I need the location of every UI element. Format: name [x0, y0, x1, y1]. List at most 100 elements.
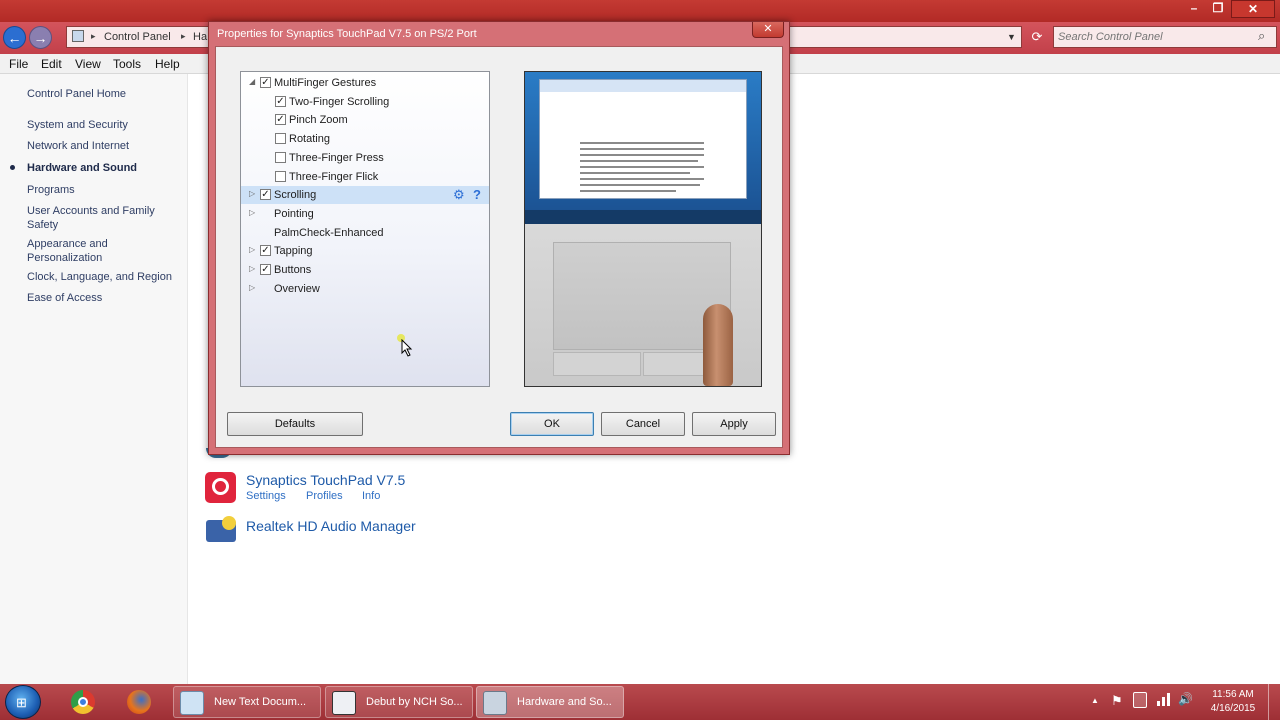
expand-arrow-icon[interactable]: ▷ [249, 264, 255, 273]
sidebar-item-clock-language[interactable]: Clock, Language, and Region [27, 270, 182, 284]
tree-item[interactable]: Three-Finger Flick [241, 168, 489, 186]
tree-item-checkbox[interactable]: ✓ [275, 114, 286, 126]
sidebar: Control Panel Home System and Security N… [0, 74, 188, 684]
sidebar-control-panel-home[interactable]: Control Panel Home [27, 87, 182, 101]
firefox-taskbar-icon[interactable] [118, 687, 160, 717]
taskbar-control-panel-button[interactable]: Hardware and So... [476, 686, 624, 718]
forward-button[interactable]: → [29, 26, 52, 49]
action-center-flag-icon[interactable]: ⚑ [1111, 693, 1123, 709]
search-icon[interactable]: ⌕ [1258, 28, 1265, 44]
tree-item-checkbox[interactable] [275, 133, 286, 145]
back-button[interactable]: ← [3, 26, 26, 49]
taskbar-button-label: Debut by NCH So... [366, 696, 463, 708]
taskbar-button-label: New Text Docum... [214, 696, 307, 708]
sidebar-item-user-accounts[interactable]: User Accounts and Family Safety [27, 204, 182, 232]
tree-item-label: Buttons [274, 264, 312, 276]
realtek-title-link[interactable]: Realtek HD Audio Manager [246, 518, 416, 534]
synaptics-title-link[interactable]: Synaptics TouchPad V7.5 [246, 472, 405, 488]
mouse-pointer-icon [401, 339, 413, 357]
network-icon[interactable] [1157, 692, 1171, 706]
synaptics-info-link[interactable]: Info [362, 490, 380, 502]
tree-item[interactable]: ✓ Two-Finger Scrolling [241, 93, 489, 111]
tree-item[interactable]: ▷ ✓ Buttons [241, 261, 489, 279]
tree-item-checkbox[interactable]: ✓ [260, 264, 271, 275]
search-box[interactable]: ⌕ [1053, 26, 1277, 48]
menu-view[interactable]: View [75, 57, 101, 71]
menu-file[interactable]: File [9, 57, 28, 71]
tree-item-checkbox[interactable]: ✓ [260, 189, 271, 201]
touchpad-properties-dialog: Properties for Synaptics TouchPad V7.5 o… [208, 21, 790, 455]
defaults-button[interactable]: Defaults [227, 412, 363, 436]
address-dropdown-icon[interactable]: ▼ [1007, 32, 1016, 42]
clock-time: 11:56 AM [1212, 689, 1254, 700]
expand-arrow-icon[interactable]: ▷ [249, 189, 255, 198]
close-window-button[interactable]: ✕ [1231, 0, 1275, 18]
tree-item-label: MultiFinger Gestures [274, 77, 377, 89]
search-input[interactable] [1058, 29, 1248, 45]
collapse-arrow-icon[interactable]: ◢ [249, 77, 255, 86]
cancel-button[interactable]: Cancel [601, 412, 685, 436]
tree-item[interactable]: ✓ Pinch Zoom [241, 111, 489, 129]
close-icon: ✕ [763, 23, 773, 35]
menu-edit[interactable]: Edit [41, 57, 62, 71]
chrome-taskbar-icon[interactable] [62, 687, 104, 717]
sidebar-item-system-security[interactable]: System and Security [27, 118, 182, 132]
tree-item-label: Overview [274, 282, 320, 295]
expand-arrow-icon[interactable]: ▷ [249, 283, 255, 292]
sidebar-item-ease-of-access[interactable]: Ease of Access [27, 291, 182, 305]
windows-logo-icon: ⊞ [16, 695, 27, 710]
clock-date: 4/16/2015 [1210, 703, 1256, 714]
tree-item-checkbox[interactable]: ✓ [260, 245, 271, 257]
breadcrumb-separator-icon: ▸ [91, 31, 96, 41]
tree-item-label: Three-Finger Press [289, 151, 384, 164]
refresh-icon[interactable]: ⟳ [1028, 29, 1046, 45]
tree-item[interactable]: Three-Finger Press [241, 149, 489, 167]
tree-item[interactable]: ▷ Pointing [241, 205, 489, 223]
tree-item-checkbox[interactable] [275, 151, 286, 163]
taskbar-button-label: Hardware and So... [517, 696, 612, 708]
start-button[interactable]: ⊞ [5, 685, 41, 719]
show-desktop-button[interactable] [1268, 684, 1280, 720]
tree-item-label: Three-Finger Flick [289, 170, 379, 183]
taskbar-notepad-button[interactable]: New Text Docum... [173, 686, 321, 718]
menu-tools[interactable]: Tools [113, 57, 141, 71]
sidebar-item-network[interactable]: Network and Internet [27, 139, 182, 153]
menu-help[interactable]: Help [155, 57, 180, 71]
minimize-button[interactable]: – [1183, 0, 1205, 18]
dialog-close-button[interactable]: ✕ [752, 22, 784, 38]
tree-item[interactable]: PalmCheck-Enhanced [241, 224, 489, 242]
tree-item-checkbox[interactable] [275, 170, 286, 182]
tree-item[interactable]: ◢ ✓ MultiFinger Gestures [241, 74, 489, 92]
volume-icon[interactable]: 🔊 [1178, 692, 1193, 706]
taskbar-debut-button[interactable]: Debut by NCH So... [325, 686, 473, 718]
tree-item-checkbox[interactable]: ✓ [275, 95, 286, 107]
tree-item[interactable]: ▷ ✓ Scrolling ⚙? [241, 186, 489, 205]
tree-item[interactable]: ▷ Overview [241, 280, 489, 298]
tree-item-label: Pinch Zoom [289, 114, 348, 127]
settings-gear-icon[interactable]: ⚙ [453, 187, 465, 203]
power-icon[interactable] [1133, 692, 1147, 708]
sidebar-item-appearance[interactable]: Appearance and Personalization [27, 237, 182, 265]
system-clock[interactable]: 11:56 AM 4/16/2015 [1206, 688, 1260, 716]
sidebar-item-programs[interactable]: Programs [27, 183, 182, 197]
tree-item[interactable]: Rotating [241, 130, 489, 148]
ok-button[interactable]: OK [510, 412, 594, 436]
synaptics-profiles-link[interactable]: Profiles [306, 490, 343, 502]
expand-arrow-icon[interactable]: ▷ [249, 208, 255, 217]
restore-button[interactable]: ❐ [1207, 0, 1229, 18]
finger-graphic [703, 304, 733, 386]
apply-button[interactable]: Apply [692, 412, 776, 436]
help-icon[interactable]: ? [473, 187, 481, 202]
tree-item-checkbox[interactable]: ✓ [260, 77, 271, 88]
sidebar-item-hardware-sound[interactable]: Hardware and Sound [27, 161, 182, 175]
expand-arrow-icon[interactable]: ▷ [249, 245, 255, 254]
tree-item[interactable]: ▷ ✓ Tapping [241, 242, 489, 260]
settings-tree[interactable]: ◢ ✓ MultiFinger Gestures ✓ Two-Finger Scroll… [240, 71, 490, 387]
breadcrumb-hardware-and-sound[interactable]: Ha [193, 31, 207, 43]
synaptics-settings-link[interactable]: Settings [246, 490, 286, 502]
show-hidden-icons-icon[interactable]: ▲ [1091, 696, 1099, 705]
tree-item-label: Pointing [274, 207, 314, 220]
breadcrumb-control-panel[interactable]: Control Panel [104, 31, 171, 43]
tree-item-label: PalmCheck-Enhanced [274, 226, 384, 239]
tree-item-label: Rotating [289, 133, 330, 146]
